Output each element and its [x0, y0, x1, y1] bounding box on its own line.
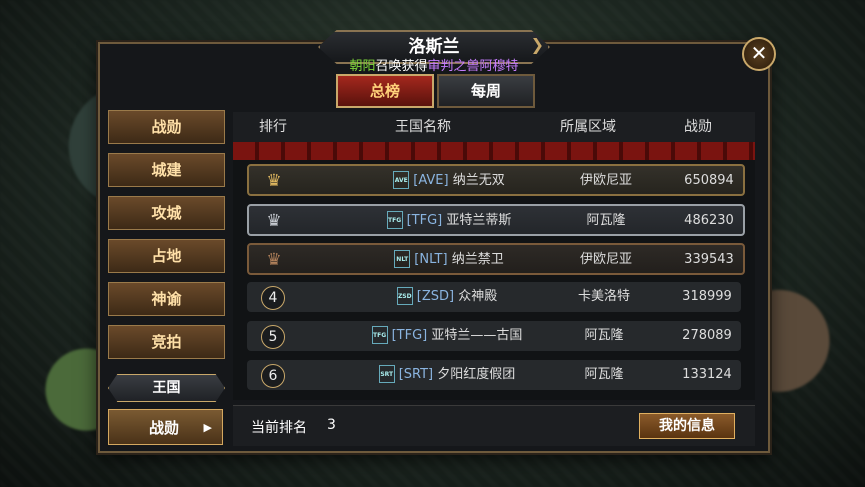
power-cell: 486230	[684, 213, 734, 228]
sidebar-item-build[interactable]: 城建	[108, 153, 225, 187]
kingdom-emblem-icon: NLT	[394, 249, 411, 268]
tab-weekly[interactable]: 每周	[437, 74, 535, 108]
sidebar-item-siege[interactable]: 攻城	[108, 196, 225, 230]
kingdom-emblem-icon: SRT	[378, 364, 395, 383]
region-cell: 阿瓦隆	[584, 367, 624, 382]
my-info-button[interactable]: 我的信息	[639, 413, 735, 439]
table-row[interactable]: ♛ AVE [AVE] 纳兰无双 伊欧尼亚 650894	[247, 164, 745, 196]
region-cell: 阿瓦隆	[584, 328, 624, 343]
region-cell: 卡美洛特	[577, 289, 630, 304]
current-rank-label: 当前排名	[251, 420, 307, 436]
crown-silver-icon: ♛	[266, 211, 282, 231]
kingdom-cell: NLT [NLT] 纳兰禁卫	[349, 245, 549, 275]
table-row[interactable]: ♛ TFG [TFG] 亚特兰蒂斯 阿瓦隆 486230	[247, 204, 745, 236]
kingdom-tag: [SRT]	[398, 367, 434, 382]
kingdom-name: 夕阳红度假团	[437, 367, 516, 382]
broadcast-notice: 朝阳召唤获得审判之兽阿穆特	[100, 58, 768, 76]
notice-reward: 审判之兽阿穆特	[427, 59, 519, 74]
notice-action: 召唤获得	[375, 59, 428, 74]
power-cell: 339543	[684, 252, 734, 267]
kingdom-tag: [ZSD]	[416, 289, 455, 304]
header-kingdom: 王国名称	[395, 119, 451, 135]
kingdom-tag: [TFG]	[391, 328, 428, 343]
kingdom-name: 亚特兰——古国	[431, 328, 523, 343]
kingdom-emblem-icon: TFG	[386, 210, 403, 229]
current-rank-value: 3	[327, 417, 336, 433]
kingdom-emblem-icon: ZSD	[396, 286, 413, 305]
header-rank: 排行	[259, 119, 287, 135]
kingdom-emblem-icon: AVE	[393, 170, 410, 189]
tab-overall[interactable]: 总榜	[336, 74, 434, 108]
kingdom-name: 亚特兰蒂斯	[446, 213, 512, 228]
sidebar-item-battle[interactable]: 战勋	[108, 110, 225, 144]
power-cell: 318999	[682, 289, 732, 304]
rank-3-crown: ♛	[263, 249, 285, 271]
region-cell: 伊欧尼亚	[579, 252, 632, 267]
kingdom-cell: SRT [SRT] 夕阳红度假团	[347, 360, 547, 390]
kingdom-name: 纳兰无双	[452, 173, 505, 188]
table-row[interactable]: 4 ZSD [ZSD] 众神殿 卡美洛特 318999	[247, 282, 741, 312]
kingdom-emblem-icon: TFG	[371, 325, 388, 344]
kingdom-cell: TFG [TFG] 亚特兰——古国	[347, 321, 547, 351]
crown-gold-icon: ♛	[266, 171, 282, 191]
kingdom-cell: ZSD [ZSD] 众神殿	[347, 282, 547, 312]
rank-badge: 5	[261, 325, 285, 349]
power-cell: 650894	[684, 173, 734, 188]
kingdom-cell: AVE [AVE] 纳兰无双	[349, 166, 549, 196]
kingdom-name: 纳兰禁卫	[451, 252, 504, 267]
ranking-list[interactable]: ♛ AVE [AVE] 纳兰无双 伊欧尼亚 650894 ♛ TFG [TFG] 亚…	[233, 160, 755, 400]
sidebar-item-auction[interactable]: 竞拍	[108, 325, 225, 359]
curtain-decoration	[233, 142, 755, 162]
sidebar-item-oracle[interactable]: 神谕	[108, 282, 225, 316]
kingdom-tag: [TFG]	[406, 213, 443, 228]
kingdom-cell: TFG [TFG] 亚特兰蒂斯	[349, 206, 549, 236]
table-header: 排行 王国名称 所属区域 战勋	[233, 112, 755, 143]
kingdom-tag: [NLT]	[414, 252, 448, 267]
sidebar-item-territory[interactable]: 占地	[108, 239, 225, 273]
header-power: 战勋	[684, 119, 712, 135]
kingdom-tag: [AVE]	[413, 173, 449, 188]
rank-2-crown: ♛	[263, 210, 285, 232]
title-ornament-right-icon: ❯	[530, 35, 544, 54]
region-cell: 阿瓦隆	[586, 213, 626, 228]
ranking-footer: 当前排名 3 我的信息	[233, 405, 755, 446]
table-row[interactable]: 6 SRT [SRT] 夕阳红度假团 阿瓦隆 133124	[247, 360, 741, 390]
rank-badge: 4	[261, 286, 285, 310]
sidebar-subitem-label: 战勋	[149, 419, 180, 437]
rank-1-crown: ♛	[263, 170, 285, 192]
table-row[interactable]: ♛ NLT [NLT] 纳兰禁卫 伊欧尼亚 339543	[247, 243, 745, 275]
sidebar-subitem-kingdom-battle[interactable]: 战勋 ▶	[108, 409, 223, 445]
power-cell: 278089	[682, 328, 732, 343]
arrow-right-icon: ▶	[203, 421, 212, 434]
rank-badge: 6	[261, 364, 285, 388]
notice-player: 朝阳	[349, 59, 376, 74]
crown-bronze-icon: ♛	[266, 250, 282, 270]
header-region: 所属区域	[560, 119, 616, 135]
power-cell: 133124	[682, 367, 732, 382]
region-cell: 伊欧尼亚	[579, 173, 632, 188]
table-row[interactable]: 5 TFG [TFG] 亚特兰——古国 阿瓦隆 278089	[247, 321, 741, 351]
sidebar-group-kingdom[interactable]: 王国	[108, 374, 225, 402]
kingdom-name: 众神殿	[458, 289, 498, 304]
